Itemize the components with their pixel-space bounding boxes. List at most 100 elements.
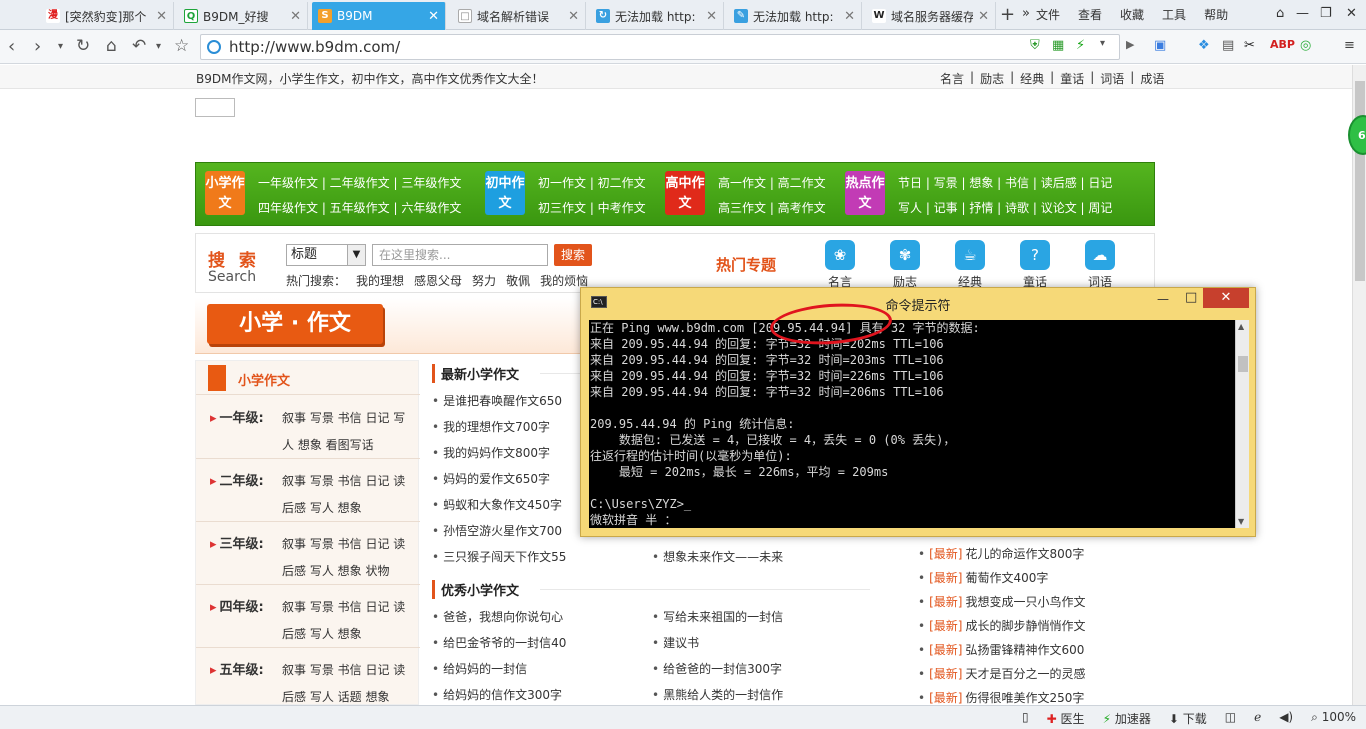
tab-5[interactable]: ↻ 无法加载 http: ✕ [590,2,724,30]
badge-gaozhong[interactable]: 高中作文 [665,171,705,215]
link-lizhi[interactable]: 励志 [980,70,1004,87]
nav-redian-row1[interactable]: 节日 | 写景 | 想象 | 书信 | 读后感 | 日记 [898,174,1112,191]
page-scrollbar[interactable] [1352,65,1366,705]
tab-overflow-icon[interactable]: » [1022,6,1030,21]
zoom-control[interactable]: ⌕ 100% [1311,710,1356,727]
badge-chuzhong[interactable]: 初中作文 [485,171,525,215]
newest-item[interactable]: [最新]成长的脚步静悄悄作文 [918,617,1085,634]
close-icon[interactable]: ✕ [706,9,717,24]
apps-grid-icon[interactable]: ▣ [1154,38,1166,53]
tab-4[interactable]: □ 域名解析错误 ✕ [452,2,586,30]
menu-help[interactable]: 帮助 [1204,6,1228,23]
home-icon[interactable]: ⌂ [106,36,117,56]
search-input[interactable]: 在这里搜索... [372,244,548,266]
screenshot-icon[interactable]: ✂ [1244,38,1255,53]
close-window-button[interactable]: ✕ [1346,6,1357,21]
nav-xiaoxue-row2[interactable]: 四年级作文 | 五年级作文 | 六年级作文 [258,199,461,216]
search-type-select[interactable]: 标题 ▼ [286,244,366,266]
close-icon[interactable]: ✕ [978,9,989,24]
article-link[interactable]: 我的理想作文700字 [432,418,550,435]
grade-topics[interactable]: 叙事 写景 书信 日记 读后感 写人 话题 想象 [282,657,416,705]
mask-icon[interactable]: ◫ [1225,710,1236,727]
nav-gaozhong-row1[interactable]: 高一作文 | 高二作文 [718,174,826,191]
article-link[interactable]: 建议书 [652,634,699,651]
link-jingdian[interactable]: 经典 [1020,70,1044,87]
topic-jingdian[interactable]: ☕ 经典 [948,240,992,290]
article-link[interactable]: 妈妈的爱作文650字 [432,470,550,487]
close-icon[interactable]: ✕ [156,9,167,24]
nav-chuzhong-row1[interactable]: 初一作文 | 初二作文 [538,174,646,191]
scrollbar-thumb[interactable] [1355,81,1365,281]
tab-7[interactable]: W 域名服务器缓存 ✕ [866,2,996,30]
article-link[interactable]: 蚂蚁和大象作文450字 [432,496,562,513]
article-link[interactable]: 想象未来作文——未来 [652,548,783,565]
mobile-icon[interactable]: ▯ [1022,710,1029,727]
close-icon[interactable]: ✕ [568,9,579,24]
grade-name[interactable]: 五年级: [210,659,264,678]
link-ciyu[interactable]: 词语 [1100,70,1124,87]
badge-xiaoxue[interactable]: 小学作文 [205,171,245,215]
newest-item[interactable]: [最新]花儿的命运作文800字 [918,545,1084,562]
hot-term[interactable]: 感恩父母 [414,274,462,288]
menu-tools[interactable]: 工具 [1162,6,1186,23]
cmd-scrollbar[interactable]: ▲ ▼ [1235,320,1249,528]
go-icon[interactable]: ▶ [1126,38,1134,51]
accelerator-button[interactable]: ⚡ 加速器 [1103,710,1151,727]
menu-file[interactable]: 文件 [1036,6,1060,23]
security-icon[interactable]: ◎ [1300,38,1311,53]
article-link[interactable]: 给爸爸的一封信300字 [652,660,782,677]
link-chengyu[interactable]: 成语 [1140,70,1164,87]
badge-redian[interactable]: 热点作文 [845,171,885,215]
menu-view[interactable]: 查看 [1078,6,1102,23]
newest-item[interactable]: [最新]葡萄作文400字 [918,569,1048,586]
tab-3-active[interactable]: S B9DM ✕ [312,2,446,30]
doctor-button[interactable]: ✚ 医生 [1047,710,1085,727]
download-button[interactable]: ⬇ 下载 [1169,710,1207,727]
address-dropdown-icon[interactable]: ▾ [1100,38,1105,49]
newest-item[interactable]: [最新]天才是百分之一的灵感 [918,665,1085,682]
newest-item[interactable]: [最新]我想变成一只小鸟作文 [918,593,1085,610]
tab-2[interactable]: Q B9DM_好搜 ✕ [178,2,308,30]
topic-tonghua[interactable]: ? 童话 [1013,240,1057,290]
restore-window-button[interactable]: ❐ [1320,6,1332,21]
close-button[interactable]: ✕ [1203,288,1249,308]
ie-icon[interactable]: ℯ [1254,710,1261,727]
article-link[interactable]: 给妈妈的一封信 [432,660,527,677]
url-field[interactable]: http://www.b9dm.com/ [200,34,1120,60]
undo-close-icon[interactable]: ↶ [132,36,146,56]
grade-name[interactable]: 三年级: [210,533,264,552]
extension-icon[interactable]: ❖ [1198,38,1210,53]
new-tab-button[interactable]: + [1000,4,1015,25]
tab-1[interactable]: 漫 [突然豹变]那个 ✕ [40,2,174,30]
topic-ciyu[interactable]: ☁ 词语 [1078,240,1122,290]
cmd-titlebar[interactable]: C:\ 命令提示符 — □ ✕ [581,288,1255,316]
nav-redian-row2[interactable]: 写人 | 记事 | 抒情 | 诗歌 | 议论文 | 周记 [898,199,1112,216]
refresh-icon[interactable]: ↻ [76,36,90,56]
favorite-star-icon[interactable]: ☆ [174,36,189,56]
link-mingyan[interactable]: 名言 [940,70,964,87]
minimize-window-button[interactable]: — [1296,6,1309,21]
hot-term[interactable]: 努力 [472,274,496,288]
nav-xiaoxue-row1[interactable]: 一年级作文 | 二年级作文 | 三年级作文 [258,174,461,191]
article-link[interactable]: 是谁把春唤醒作文650 [432,392,562,409]
article-link[interactable]: 写给未来祖国的一封信 [652,608,783,625]
link-tonghua[interactable]: 童话 [1060,70,1084,87]
close-icon[interactable]: ✕ [844,9,855,24]
back-icon[interactable]: ‹ [8,36,15,57]
scroll-down-icon[interactable]: ▼ [1238,517,1244,526]
topic-lizhi[interactable]: ✾ 励志 [883,240,927,290]
article-link[interactable]: 孙悟空游火星作文700 [432,522,562,539]
qrcode-icon[interactable]: ▦ [1052,38,1064,53]
grade-topics[interactable]: 叙事 写景 书信 日记 读后感 写人 想象 [282,594,416,648]
translate-icon[interactable]: ▤ [1222,38,1234,53]
article-link[interactable]: 我的妈妈作文800字 [432,444,550,461]
grade-topics[interactable]: 叙事 写景 书信 日记 读后感 写人 想象 [282,468,416,522]
article-link[interactable]: 三只猴子闯天下作文55 [432,548,566,565]
newest-item[interactable]: [最新]伤得很唯美作文250字 [918,689,1084,705]
article-link[interactable]: 爸爸，我想向你说句心 [432,608,563,625]
article-link[interactable]: 给巴金爷爷的一封信40 [432,634,566,651]
cmd-prompt[interactable]: C:\Users\ZYZ>_ [590,496,1235,512]
undo-dropdown-icon[interactable]: ▾ [156,41,161,52]
more-options-icon[interactable]: ≡ [1344,38,1355,53]
minimize-button[interactable]: — [1157,292,1169,306]
